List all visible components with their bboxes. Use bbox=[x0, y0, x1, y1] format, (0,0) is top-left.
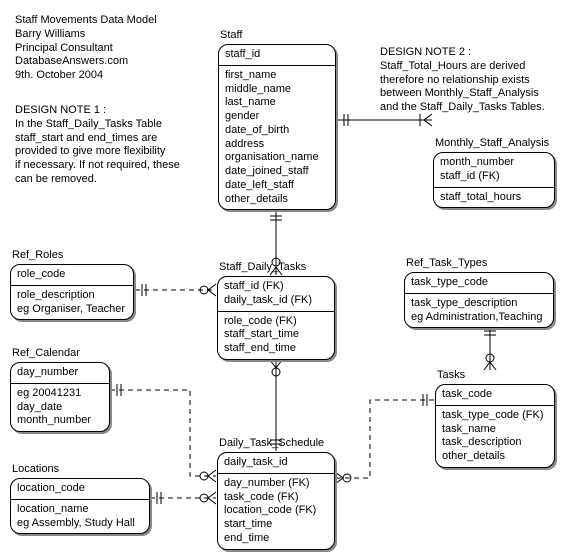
note1-body: In the Staff_Daily_Tasks Table staff_sta… bbox=[15, 118, 180, 185]
site: DatabaseAnswers.com bbox=[15, 55, 128, 67]
author-role: Principal Consultant bbox=[15, 42, 113, 54]
date: 9th. October 2004 bbox=[15, 69, 103, 81]
entity-attrs: task_type_code (FK) task_name task_descr… bbox=[436, 405, 554, 467]
entity-pk: month_number staff_id (FK) bbox=[434, 153, 554, 187]
entity-daily-task-schedule: Daily_Task_Schedule daily_task_id day_nu… bbox=[217, 452, 335, 550]
entity-pk: staff_id bbox=[219, 45, 335, 65]
header-block: Staff Movements Data Model Barry William… bbox=[15, 14, 157, 83]
entity-title: Ref_Task_Types bbox=[406, 257, 487, 269]
entity-staff-daily-tasks: Staff_Daily_Tasks staff_id (FK) daily_ta… bbox=[217, 276, 335, 360]
entity-attrs: task_type_description eg Administration,… bbox=[405, 293, 553, 328]
note2-title: DESIGN NOTE 2 : bbox=[380, 46, 471, 58]
entity-attrs: role_description eg Organiser, Teacher bbox=[11, 285, 133, 320]
design-note-1: DESIGN NOTE 1 : In the Staff_Daily_Tasks… bbox=[15, 104, 180, 187]
entity-pk: daily_task_id bbox=[218, 453, 334, 473]
entity-title: Monthly_Staff_Analysis bbox=[435, 137, 549, 149]
entity-attrs: first_name middle_name last_name gender … bbox=[219, 65, 335, 210]
entity-monthly-staff-analysis: Monthly_Staff_Analysis month_number staf… bbox=[433, 152, 555, 208]
entity-title: Staff bbox=[220, 29, 242, 41]
entity-locations: Locations location_code location_name eg… bbox=[10, 478, 150, 534]
entity-title: Staff_Daily_Tasks bbox=[219, 261, 306, 273]
entity-title: Daily_Task_Schedule bbox=[219, 437, 324, 449]
entity-ref-task-types: Ref_Task_Types task_type_code task_type_… bbox=[404, 272, 554, 328]
entity-title: Ref_Calendar bbox=[12, 347, 80, 359]
entity-pk: role_code bbox=[11, 265, 133, 285]
diagram-title: Staff Movements Data Model bbox=[15, 14, 157, 26]
entity-title: Tasks bbox=[437, 369, 465, 381]
entity-attrs: role_code (FK) staff_start_time staff_en… bbox=[218, 311, 334, 359]
author: Barry Williams bbox=[15, 28, 85, 40]
entity-tasks: Tasks task_code task_type_code (FK) task… bbox=[435, 384, 555, 468]
entity-title: Locations bbox=[12, 463, 59, 475]
entity-attrs: day_number (FK) task_code (FK) location_… bbox=[218, 473, 334, 549]
note1-title: DESIGN NOTE 1 : bbox=[15, 104, 106, 116]
diagram-canvas: Staff Movements Data Model Barry William… bbox=[0, 0, 574, 560]
entity-staff: Staff staff_id first_name middle_name la… bbox=[218, 44, 336, 210]
entity-pk: staff_id (FK) daily_task_id (FK) bbox=[218, 277, 334, 311]
entity-pk: location_code bbox=[11, 479, 149, 499]
entity-title: Ref_Roles bbox=[12, 249, 63, 261]
entity-pk: task_type_code bbox=[405, 273, 553, 293]
entity-ref-calendar: Ref_Calendar day_number eg 20041231 day_… bbox=[10, 362, 110, 432]
entity-attrs: location_name eg Assembly, Study Hall bbox=[11, 499, 149, 534]
entity-attrs: staff_total_hours bbox=[434, 187, 554, 208]
entity-pk: task_code bbox=[436, 385, 554, 405]
entity-pk: day_number bbox=[11, 363, 109, 383]
entity-ref-roles: Ref_Roles role_code role_description eg … bbox=[10, 264, 134, 320]
entity-attrs: eg 20041231 day_date month_number bbox=[11, 383, 109, 431]
note2-body: Staff_Total_Hours are derived therefore … bbox=[380, 60, 545, 113]
design-note-2: DESIGN NOTE 2 : Staff_Total_Hours are de… bbox=[380, 46, 545, 115]
